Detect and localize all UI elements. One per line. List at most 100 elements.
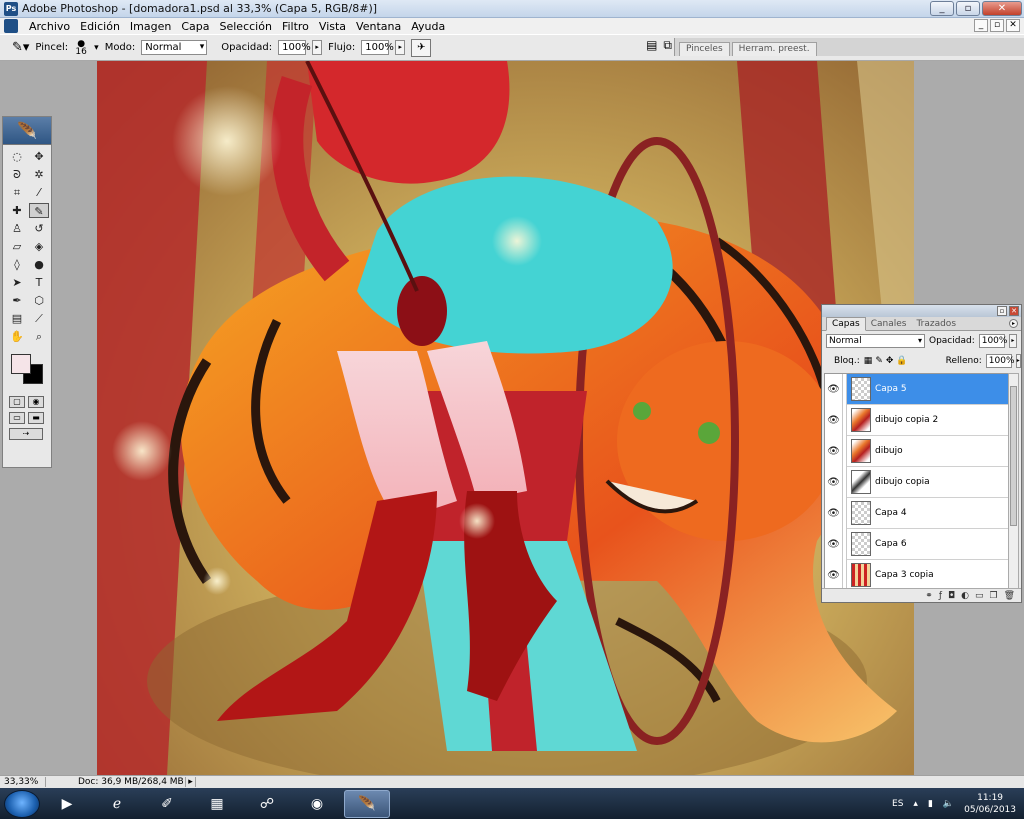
flow-arrow-icon[interactable]: ▸ [395,40,406,55]
link-cell[interactable] [843,528,847,560]
status-menu-icon[interactable]: ▸ [186,777,196,787]
flow-input[interactable]: 100% [361,40,394,55]
delete-layer-icon[interactable]: 🗑 [1004,591,1015,601]
menu-filtro[interactable]: Filtro [277,20,314,33]
layer-row[interactable]: 👁 dibujo copia [825,466,1008,498]
layer-style-icon[interactable]: ƒ [939,591,942,601]
layer-row[interactable]: 👁 Capa 4 [825,497,1008,529]
layer-row[interactable]: 👁 dibujo [825,435,1008,467]
start-button[interactable] [4,789,40,818]
shape-tool-icon[interactable]: ⬡ [29,293,49,308]
slice-tool-icon[interactable]: ⁄ [29,185,49,200]
blur-tool-icon[interactable]: ◊ [7,257,27,272]
doc-minimize-button[interactable]: _ [974,19,988,32]
layer-opacity-arrow-icon[interactable]: ▸ [1008,334,1017,348]
brush-tool-icon[interactable]: ✎ [29,203,49,218]
document-canvas[interactable] [97,61,914,775]
new-layer-icon[interactable]: ❐ [989,591,997,601]
link-cell[interactable] [843,559,847,588]
chrome-icon[interactable]: ◉ [294,790,340,818]
photoshop-menu-icon[interactable] [4,19,18,33]
file-browser-icon[interactable]: ▤ [646,38,657,53]
palette-minimize-icon[interactable]: ▫ [997,306,1007,316]
network-app-icon[interactable]: ☍ [244,790,290,818]
layer-opacity-input[interactable]: 100% [978,334,1007,348]
photoshop-task-icon[interactable]: 🪶 [344,789,390,818]
fill-input[interactable]: 100% [985,354,1015,368]
doc-close-button[interactable]: ✕ [1006,19,1020,32]
internet-explorer-icon[interactable]: ℯ [94,790,140,818]
brush-tool-icon[interactable]: ✎▾ [12,40,29,55]
tab-capas[interactable]: Capas [826,317,866,331]
toolbox-header[interactable]: 🪶 [3,117,51,145]
quick-mask-icon[interactable]: ◉ [28,396,44,408]
type-tool-icon[interactable]: T [29,275,49,290]
layer-row[interactable]: 👁 Capa 5 [825,374,1008,405]
paint-bucket-icon[interactable]: ◈ [29,239,49,254]
opacity-arrow-icon[interactable]: ▸ [312,40,323,55]
layers-scrollbar[interactable] [1008,373,1019,589]
link-layers-icon[interactable]: ⚭ [925,591,933,601]
visibility-eye-icon[interactable]: 👁 [825,559,843,588]
layer-row[interactable]: 👁 Capa 6 [825,528,1008,560]
eyedropper-icon[interactable]: ⟋ [29,311,49,326]
visibility-eye-icon[interactable]: 👁 [825,528,843,560]
tab-canales[interactable]: Canales [866,318,912,330]
menu-seleccion[interactable]: Selección [215,20,277,33]
link-cell[interactable] [843,497,847,529]
healing-brush-icon[interactable]: ✚ [7,203,27,218]
screen-mode-icon[interactable]: ▭ [9,412,25,424]
marquee-tool-icon[interactable]: ◌ [7,149,27,164]
layer-mask-icon[interactable]: ◘ [948,591,955,601]
tab-trazados[interactable]: Trazados [911,318,961,330]
lasso-tool-icon[interactable]: ᘐ [7,167,27,182]
menu-imagen[interactable]: Imagen [125,20,176,33]
imageready-jump-icon[interactable]: ⇢ [9,428,43,440]
fill-arrow-icon[interactable]: ▸ [1015,354,1021,368]
link-cell[interactable] [843,466,847,498]
path-select-icon[interactable]: ➤ [7,275,27,290]
notes-tool-icon[interactable]: ▤ [7,311,27,326]
brush-dropdown-icon[interactable]: ▾ [94,43,99,53]
media-player-icon[interactable]: ▶ [44,790,90,818]
foreground-color[interactable] [11,354,31,374]
lock-position-icon[interactable]: ✥ [886,356,894,366]
lock-transparency-icon[interactable]: ▦ [864,356,873,366]
minimize-button[interactable]: _ [930,1,954,16]
pen-tool-icon[interactable]: ✒ [7,293,27,308]
brush-preset-picker[interactable]: ● 16 [74,39,88,56]
lock-image-icon[interactable]: ✎ [875,356,883,366]
language-indicator[interactable]: ES [892,799,903,809]
close-button[interactable]: ✕ [982,1,1022,16]
eraser-tool-icon[interactable]: ▱ [7,239,27,254]
clone-stamp-icon[interactable]: ♙ [7,221,27,236]
visibility-eye-icon[interactable]: 👁 [825,497,843,529]
volume-icon[interactable]: 🔈 [943,799,954,809]
link-cell[interactable] [843,404,847,436]
image-ready-icon[interactable]: ⧉ [663,38,672,53]
network-icon[interactable]: ▮ [928,799,933,809]
move-tool-icon[interactable]: ✥ [29,149,49,164]
clock[interactable]: 11:19 05/06/2013 [964,792,1016,816]
layer-row[interactable]: 👁 dibujo copia 2 [825,404,1008,436]
blend-mode-select[interactable]: Normal [826,334,925,348]
visibility-eye-icon[interactable]: 👁 [825,435,843,467]
history-brush-icon[interactable]: ↺ [29,221,49,236]
crop-tool-icon[interactable]: ⌗ [7,185,27,200]
dodge-tool-icon[interactable]: ● [29,257,49,272]
adjustment-layer-icon[interactable]: ◐ [961,591,969,601]
menu-ventana[interactable]: Ventana [351,20,406,33]
palette-close-icon[interactable]: ✕ [1009,306,1019,316]
visibility-eye-icon[interactable]: 👁 [825,404,843,436]
paint-icon[interactable]: ✐ [144,790,190,818]
link-cell[interactable] [843,374,847,405]
zoom-tool-icon[interactable]: ⌕ [29,329,49,344]
menu-ayuda[interactable]: Ayuda [406,20,450,33]
full-screen-icon[interactable]: ▬ [28,412,44,424]
visibility-eye-icon[interactable]: 👁 [825,466,843,498]
airbrush-icon[interactable]: ✈ [411,38,432,57]
menu-edicion[interactable]: Edición [75,20,125,33]
lock-all-icon[interactable]: 🔒 [896,356,907,366]
well-tab-tool-presets[interactable]: Herram. preest. [731,42,817,56]
menu-archivo[interactable]: Archivo [24,20,75,33]
